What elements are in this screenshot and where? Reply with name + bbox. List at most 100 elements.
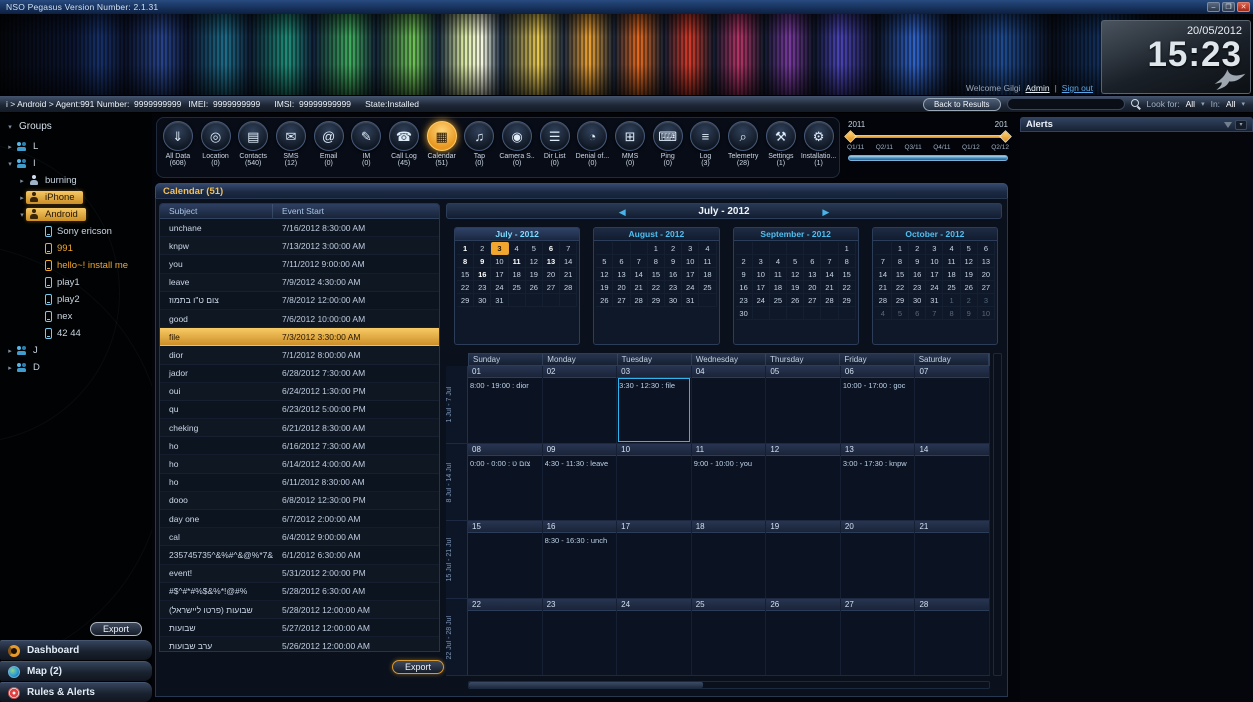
mini-day[interactable]: 6	[978, 242, 995, 255]
calendar-day-cell[interactable]: 19	[766, 521, 841, 598]
mini-day[interactable]: 30	[474, 294, 491, 307]
chevron-right-icon[interactable]: ▸	[6, 364, 14, 372]
mini-day[interactable]: 3	[926, 242, 943, 255]
mini-day[interactable]: 22	[839, 281, 856, 294]
table-row[interactable]: dooo6/8/2012 12:30:00 PM	[160, 492, 439, 510]
mini-day[interactable]: 6	[909, 307, 926, 320]
mini-day[interactable]: 11	[509, 255, 526, 268]
mini-day[interactable]: 26	[526, 281, 543, 294]
mini-day[interactable]: 19	[596, 281, 613, 294]
chevron-right-icon[interactable]: ▸	[6, 347, 14, 355]
maximize-button[interactable]: ❐	[1222, 2, 1235, 12]
sidebar-item-nex[interactable]: nex	[0, 308, 152, 325]
mini-day[interactable]: 3	[491, 242, 508, 255]
chevron-right-icon[interactable]: ▸	[18, 194, 26, 202]
mini-day[interactable]: 11	[770, 268, 787, 281]
scrollbar-thumb[interactable]	[469, 682, 703, 688]
mini-day[interactable]: 27	[978, 281, 995, 294]
table-row[interactable]: good7/6/2012 10:00:00 AM	[160, 310, 439, 328]
calendar-event[interactable]: 4:30 - 11:30 : leave	[545, 459, 616, 468]
calendar-day-cell[interactable]: 28	[915, 599, 990, 676]
calendar-day-cell[interactable]: 17	[617, 521, 692, 598]
mini-month-title[interactable]: July - 2012	[455, 228, 579, 241]
toolbar-mms[interactable]: ⊞MMS(0)	[611, 121, 649, 167]
mini-month-title[interactable]: August - 2012	[594, 228, 718, 241]
mini-day[interactable]: 9	[736, 268, 753, 281]
table-row[interactable]: file7/3/2012 3:30:00 AM	[160, 328, 439, 346]
toolbar-all-data[interactable]: ⇓All Data(608)	[159, 121, 197, 167]
table-row[interactable]: jador6/28/2012 7:30:00 AM	[160, 365, 439, 383]
mini-day[interactable]: 18	[770, 281, 787, 294]
table-row[interactable]: knpw7/13/2012 3:00:00 AM	[160, 237, 439, 255]
mini-day[interactable]: 23	[736, 294, 753, 307]
mini-day[interactable]: 12	[596, 268, 613, 281]
mini-day[interactable]: 10	[682, 255, 699, 268]
export-button[interactable]: Export	[392, 660, 444, 674]
toolbar-im[interactable]: ✎IM(0)	[347, 121, 385, 167]
table-row[interactable]: event!5/31/2012 2:00:00 PM	[160, 565, 439, 583]
mini-day[interactable]: 25	[770, 294, 787, 307]
calendar-day-cell[interactable]: 18	[692, 521, 767, 598]
sidebar-item-sony-ericson[interactable]: Sony ericson	[0, 223, 152, 240]
mini-day[interactable]: 17	[753, 281, 770, 294]
calendar-day-cell[interactable]: 21	[915, 521, 990, 598]
back-to-results-button[interactable]: Back to Results	[923, 98, 1001, 111]
mini-day[interactable]: 9	[665, 255, 682, 268]
calendar-day-cell[interactable]: 018:00 - 19:00 : dior	[468, 366, 543, 443]
mini-day[interactable]: 9	[474, 255, 491, 268]
calendar-event[interactable]: 9:00 - 10:00 : you	[694, 459, 765, 468]
calendar-day-cell[interactable]: 23	[543, 599, 618, 676]
mini-day[interactable]: 4	[875, 307, 892, 320]
look-for-dropdown[interactable]: All	[1186, 99, 1195, 109]
table-row[interactable]: 235745735^&%#^&@%*7&6/1/2012 6:30:00 AM	[160, 546, 439, 564]
mini-day[interactable]: 5	[892, 307, 909, 320]
calendar-day-cell[interactable]: 12	[766, 444, 841, 521]
mini-day[interactable]: 14	[631, 268, 648, 281]
toolbar-contacts[interactable]: ▤Contacts(540)	[234, 121, 272, 167]
calendar-event[interactable]: 3:00 - 17:30 : knpw	[843, 459, 914, 468]
calendar-day-cell[interactable]: 22	[468, 599, 543, 676]
calendar-day-cell[interactable]: 033:30 - 12:30 : file	[617, 366, 692, 443]
table-row[interactable]: cheking6/21/2012 8:30:00 AM	[160, 419, 439, 437]
mini-day[interactable]: 14	[821, 268, 838, 281]
toolbar-sms[interactable]: ✉SMS(12)	[272, 121, 310, 167]
timeline-scrollbar[interactable]	[848, 155, 1008, 161]
mini-day[interactable]: 1	[457, 242, 474, 255]
mini-day[interactable]: 5	[787, 255, 804, 268]
table-row[interactable]: שבועות5/27/2012 12:00:00 AM	[160, 619, 439, 637]
mini-day[interactable]: 7	[560, 242, 577, 255]
mini-day[interactable]: 13	[543, 255, 560, 268]
mini-day[interactable]: 8	[892, 255, 909, 268]
mini-day[interactable]: 11	[699, 255, 716, 268]
calendar-day-cell[interactable]: 07	[915, 366, 990, 443]
mini-day[interactable]: 7	[631, 255, 648, 268]
calendar-day-cell[interactable]: 080:00 - 0:00 : צום ט	[468, 444, 543, 521]
mini-day[interactable]: 24	[491, 281, 508, 294]
toolbar-ping[interactable]: ⌨Ping(0)	[649, 121, 687, 167]
mini-day[interactable]: 22	[457, 281, 474, 294]
vertical-scrollbar[interactable]	[993, 353, 1002, 676]
sidebar-item-991[interactable]: 991	[0, 240, 152, 257]
calendar-day-cell[interactable]: 0610:00 - 17:00 : goc	[841, 366, 916, 443]
mini-day[interactable]: 19	[787, 281, 804, 294]
toolbar-calendar[interactable]: ▦Calendar(51)	[423, 121, 461, 167]
calendar-day-cell[interactable]: 24	[617, 599, 692, 676]
mini-day[interactable]: 17	[491, 268, 508, 281]
signout-link[interactable]: Sign out	[1062, 83, 1093, 93]
toolbar-settings[interactable]: ⚒Settings(1)	[762, 121, 800, 167]
table-row[interactable]: cal6/4/2012 9:00:00 AM	[160, 528, 439, 546]
mini-day[interactable]: 5	[596, 255, 613, 268]
sidebar-item-i[interactable]: ▾I	[0, 155, 152, 172]
mini-day[interactable]: 24	[753, 294, 770, 307]
table-row[interactable]: leave7/9/2012 4:30:00 AM	[160, 274, 439, 292]
mini-day[interactable]: 29	[457, 294, 474, 307]
toolbar-dir-list[interactable]: ☰Dir List(0)	[536, 121, 574, 167]
mini-day[interactable]: 29	[839, 294, 856, 307]
toolbar-camera-s[interactable]: ◉Camera S..(0)	[498, 121, 536, 167]
table-row[interactable]: ערב שבועות5/26/2012 12:00:00 AM	[160, 637, 439, 651]
chevron-down-icon[interactable]: ▾	[1241, 100, 1245, 108]
toolbar-denial-of[interactable]: ◔Denial of...(0)	[574, 121, 612, 167]
sidebar-item-iphone[interactable]: ▸iPhone	[0, 189, 152, 206]
calendar-event[interactable]: 8:00 - 19:00 : dior	[470, 381, 541, 390]
calendar-day-cell[interactable]: 25	[692, 599, 767, 676]
